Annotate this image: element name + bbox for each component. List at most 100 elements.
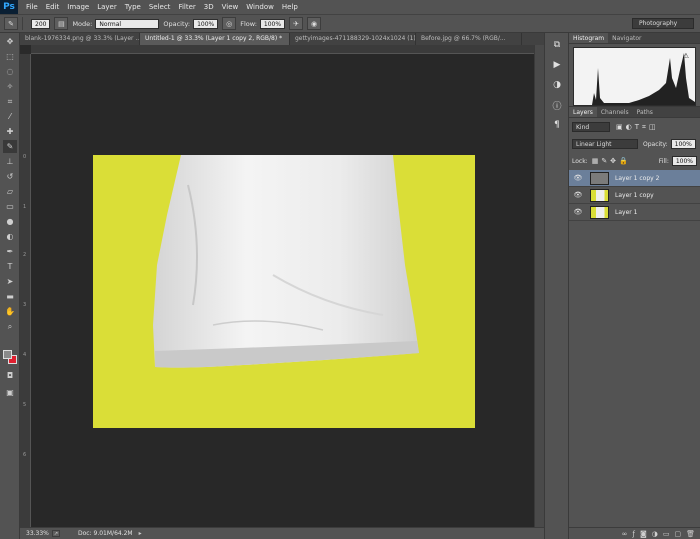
lock-icons[interactable]: ▦✎✥🔒: [592, 157, 631, 165]
menu-window[interactable]: Window: [242, 0, 278, 14]
warning-icon[interactable]: ⚠: [683, 52, 689, 60]
lasso-tool-icon[interactable]: ◌: [3, 65, 17, 78]
zoom-level[interactable]: 33.33%: [26, 530, 52, 537]
healing-brush-tool-icon[interactable]: ✚: [3, 125, 17, 138]
new-group-icon[interactable]: ▭: [663, 530, 670, 538]
actions-panel-icon[interactable]: ▶: [550, 58, 564, 72]
blur-tool-icon[interactable]: ●: [3, 215, 17, 228]
canvas-area[interactable]: [31, 54, 534, 527]
pressure-opacity-icon[interactable]: ◎: [222, 17, 237, 30]
workspace-switcher[interactable]: Photography: [632, 18, 694, 29]
fill-field[interactable]: 100%: [671, 156, 697, 166]
menu-edit[interactable]: Edit: [42, 0, 64, 14]
delete-layer-icon[interactable]: 🗑: [686, 530, 695, 538]
info-panel-icon[interactable]: ⓘ: [550, 98, 564, 112]
tab-gettyimages[interactable]: gettyimages-471188329-1024x1024 (1).jpg: [290, 33, 416, 45]
share-icon[interactable]: ↗: [52, 530, 60, 537]
tab-untitled-1[interactable]: Untitled-1 @ 33.3% (Layer 1 copy 2, RGB/…: [140, 33, 290, 45]
tab-before[interactable]: Before.jpg @ 66.7% (RGB/...: [416, 33, 522, 45]
lock-row: Lock: ▦✎✥🔒 Fill: 100%: [572, 153, 697, 169]
vertical-scrollbar[interactable]: [534, 45, 544, 527]
crop-tool-icon[interactable]: ⌗: [3, 95, 17, 108]
tab-channels[interactable]: Channels: [597, 107, 633, 117]
airbrush-icon[interactable]: ✈: [289, 17, 304, 30]
menu-filter[interactable]: Filter: [174, 0, 199, 14]
tab-layers[interactable]: Layers: [569, 107, 597, 117]
status-bar: 33.33% ↗ Doc: 9.01M/64.2M ▸: [20, 527, 544, 539]
menu-layer[interactable]: Layer: [93, 0, 121, 14]
separator: [22, 17, 23, 30]
layer-name: Layer 1: [615, 208, 638, 216]
layers-panel: Layers Channels Paths Kind ▣◐T⌗◫ Linear …: [569, 106, 700, 539]
brush-size-value: 200: [31, 18, 51, 29]
kind-filter-select[interactable]: Kind: [572, 122, 610, 132]
layer-style-icon[interactable]: ƒ: [632, 530, 634, 538]
opacity-field[interactable]: 100%: [193, 18, 219, 29]
hand-tool-icon[interactable]: ✋: [3, 305, 17, 318]
layer-name: Layer 1 copy: [615, 191, 654, 199]
move-tool-icon[interactable]: ✥: [3, 35, 17, 48]
paragraph-panel-icon[interactable]: ¶: [550, 118, 564, 132]
tool-preset-picker[interactable]: ✎: [4, 16, 18, 31]
document-canvas[interactable]: [93, 155, 475, 428]
eyedropper-tool-icon[interactable]: ⁄: [3, 110, 17, 123]
menu-3d[interactable]: 3D: [200, 0, 218, 14]
visibility-eye-icon[interactable]: 👁: [572, 174, 584, 182]
layer-row[interactable]: 👁 Layer 1: [569, 204, 700, 221]
type-tool-icon[interactable]: T: [3, 260, 17, 273]
add-mask-icon[interactable]: ◙: [640, 530, 647, 538]
brush-tool-icon[interactable]: ✎: [3, 140, 17, 153]
layer-opacity-field[interactable]: 100%: [670, 139, 696, 149]
visibility-eye-icon[interactable]: 👁: [572, 191, 584, 199]
menu-type[interactable]: Type: [121, 0, 145, 14]
blend-mode-select[interactable]: Linear Light: [572, 139, 638, 149]
adjustments-panel-icon[interactable]: ◑: [550, 78, 564, 92]
menu-help[interactable]: Help: [278, 0, 302, 14]
tab-histogram[interactable]: Histogram: [569, 33, 609, 43]
filter-icons[interactable]: ▣◐T⌗◫: [616, 123, 659, 132]
lock-label: Lock:: [572, 157, 588, 165]
brush-preset-picker[interactable]: 200: [31, 16, 51, 31]
pen-tool-icon[interactable]: ✒: [3, 245, 17, 258]
tab-navigator[interactable]: Navigator: [608, 33, 645, 43]
pressure-size-icon[interactable]: ◉: [307, 17, 322, 30]
layer-row[interactable]: 👁 Layer 1 copy: [569, 187, 700, 204]
status-menu-arrow-icon[interactable]: ▸: [139, 530, 142, 537]
document-tabs: blank-1976334.png @ 33.3% (Layer ... Unt…: [20, 33, 544, 45]
history-panel-icon[interactable]: ⧉: [550, 38, 564, 52]
quick-mask-icon[interactable]: ◘: [3, 369, 17, 382]
adjustment-layer-icon[interactable]: ◑: [652, 530, 658, 538]
quick-select-tool-icon[interactable]: ✧: [3, 80, 17, 93]
gradient-tool-icon[interactable]: ▭: [3, 200, 17, 213]
fill-label: Fill:: [658, 157, 669, 165]
zoom-tool-icon[interactable]: ⌕: [3, 320, 17, 333]
menu-view[interactable]: View: [218, 0, 243, 14]
layers-footer: ∞ ƒ ◙ ◑ ▭ ▢ 🗑: [569, 527, 700, 539]
menu-file[interactable]: File: [22, 0, 42, 14]
menu-select[interactable]: Select: [145, 0, 175, 14]
marquee-tool-icon[interactable]: ⬚: [3, 50, 17, 63]
path-selection-tool-icon[interactable]: ➤: [3, 275, 17, 288]
clone-stamp-tool-icon[interactable]: ⊥: [3, 155, 17, 168]
menu-image[interactable]: Image: [63, 0, 93, 14]
layer-row[interactable]: 👁 Layer 1 copy 2: [569, 170, 700, 187]
opacity-label: Opacity:: [643, 140, 668, 148]
eraser-tool-icon[interactable]: ▱: [3, 185, 17, 198]
new-layer-icon[interactable]: ▢: [674, 530, 681, 538]
link-layers-icon[interactable]: ∞: [622, 530, 628, 538]
photoshop-logo: Ps: [0, 0, 18, 14]
foreground-color-swatch[interactable]: [3, 350, 12, 359]
flow-field[interactable]: 100%: [259, 18, 286, 29]
tab-blank[interactable]: blank-1976334.png @ 33.3% (Layer ...: [20, 33, 140, 45]
horizontal-ruler: [31, 45, 534, 54]
shape-tool-icon[interactable]: ▬: [3, 290, 17, 303]
brush-tool-icon: ✎: [4, 17, 18, 30]
mode-select[interactable]: Normal: [95, 18, 160, 29]
history-brush-tool-icon[interactable]: ↺: [3, 170, 17, 183]
brush-panel-toggle-icon[interactable]: ▤: [54, 17, 69, 30]
tab-paths[interactable]: Paths: [633, 107, 657, 117]
visibility-eye-icon[interactable]: 👁: [572, 208, 584, 216]
menu-bar: Ps File Edit Image Layer Type Select Fil…: [0, 0, 700, 14]
dodge-tool-icon[interactable]: ◐: [3, 230, 17, 243]
screen-mode-icon[interactable]: ▣: [3, 386, 17, 399]
